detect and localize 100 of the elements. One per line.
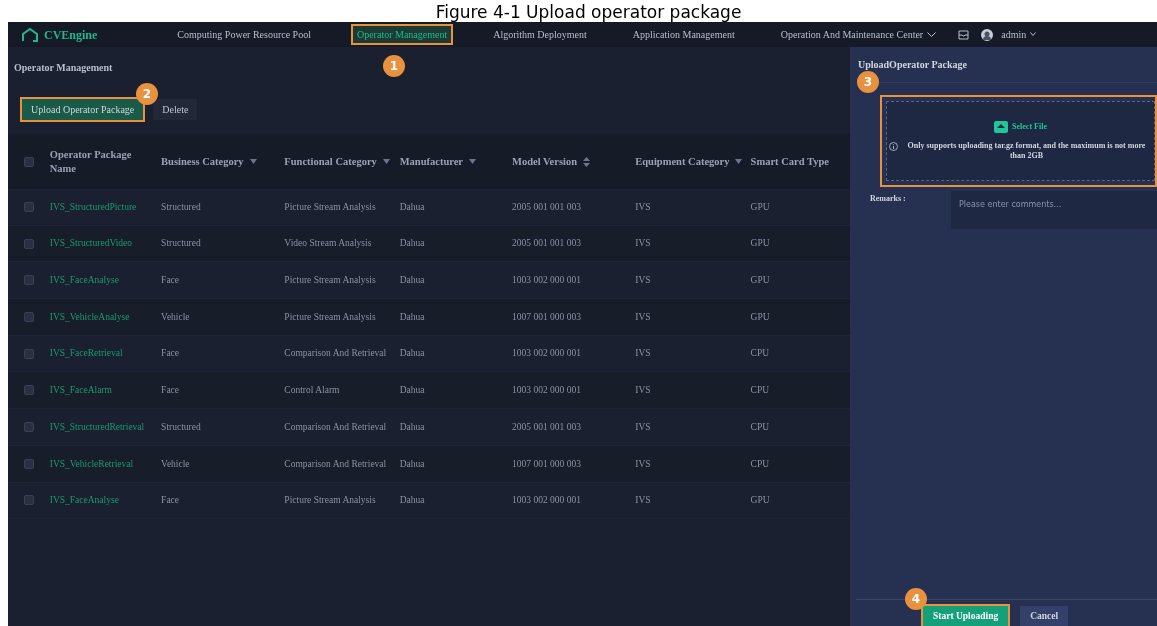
table-cell: Dahua — [399, 495, 425, 506]
package-link[interactable]: IVS_FaceAnalyse — [49, 495, 119, 506]
table-cell: Comparison And Retrieval — [284, 458, 387, 469]
filter-icon[interactable] — [249, 159, 257, 164]
table-cell: 1003 002 000 001 — [512, 385, 581, 396]
step-marker: 1 — [383, 55, 405, 77]
table-cell: Dahua — [399, 201, 425, 212]
nav-tab[interactable]: Operator Management — [352, 26, 452, 43]
table-cell: IVS — [635, 238, 651, 249]
table-cell: Picture Stream Analysis — [284, 275, 376, 286]
step-marker: 3 — [857, 71, 879, 93]
inbox-icon[interactable] — [958, 29, 970, 40]
row-checkbox[interactable] — [23, 238, 34, 249]
table-cell: Dahua — [399, 458, 425, 469]
avatar-icon[interactable] — [981, 28, 994, 41]
remarks-field[interactable]: Please enter comments... — [951, 191, 1157, 229]
table-cell: Structured — [161, 201, 201, 212]
delete-button[interactable]: Delete — [153, 99, 198, 120]
table-cell: 1003 002 000 001 — [512, 275, 581, 286]
table-row[interactable]: IVS_FaceAlarm Face Control Alarm Dahua 1003 002 000 001 IVS CPU — [8, 372, 850, 410]
table-cell: Vehicle — [161, 311, 190, 322]
step-marker: 4 — [905, 588, 927, 610]
table-cell: Structured — [161, 421, 201, 432]
brand-name: CVEngine — [44, 26, 98, 44]
table-cell: Comparison And Retrieval — [284, 421, 387, 432]
column-header: Business Category — [161, 154, 244, 169]
nav-tab[interactable]: Operation And Maintenance Center — [776, 26, 941, 43]
chevron-down-icon — [1030, 32, 1037, 37]
start-upload-button[interactable]: Start Uploading — [923, 606, 1009, 626]
file-drop-area[interactable]: Select File Only supports uploading tar.gz format, and the maximum is not more than 2GB — [886, 101, 1155, 181]
table-cell: Picture Stream Analysis — [284, 201, 376, 212]
table-cell: Vehicle — [161, 458, 190, 469]
package-link[interactable]: IVS_StructuredPicture — [49, 201, 137, 212]
upload-icon — [994, 121, 1009, 133]
table-cell: GPU — [750, 495, 770, 506]
package-link[interactable]: IVS_FaceRetrieval — [49, 348, 123, 359]
package-link[interactable]: IVS_VehicleAnalyse — [49, 311, 130, 322]
user-name[interactable]: admin — [1001, 27, 1027, 42]
table-cell: Dahua — [399, 238, 425, 249]
table-cell: Dahua — [399, 385, 425, 396]
row-checkbox[interactable] — [23, 421, 34, 432]
step-marker: 2 — [136, 83, 158, 105]
table-cell: IVS — [635, 201, 651, 212]
row-checkbox[interactable] — [23, 458, 34, 469]
table-row[interactable]: IVS_VehicleRetrieval Vehicle Comparison And Retrieval Dahua 1007 001 000 003 IVS CPU — [8, 445, 850, 483]
row-checkbox[interactable] — [23, 495, 34, 506]
table-cell: Comparison And Retrieval — [284, 348, 387, 359]
nav-tab[interactable]: Computing Power Resource Pool — [173, 26, 315, 43]
table-cell: Face — [161, 495, 180, 506]
table-cell: Control Alarm — [284, 385, 340, 396]
logo-icon — [22, 27, 38, 42]
filter-icon[interactable] — [469, 159, 477, 164]
column-header: Operator Package Name — [49, 147, 133, 176]
row-checkbox[interactable] — [23, 311, 34, 322]
table-cell: IVS — [635, 348, 651, 359]
table-cell: IVS — [635, 385, 651, 396]
row-checkbox[interactable] — [23, 201, 34, 212]
panel-title: UploadOperator Package — [858, 58, 968, 72]
page-title: Operator Management — [14, 61, 113, 75]
select-file-link[interactable]: Select File — [1012, 121, 1047, 133]
cancel-button[interactable]: Cancel — [1020, 606, 1069, 626]
upload-hint: Only supports uploading tar.gz format, and the maximum is not more than 2GB — [906, 141, 1147, 161]
table-cell: IVS — [635, 311, 651, 322]
table-cell: IVS — [635, 275, 651, 286]
table-cell: Dahua — [399, 275, 425, 286]
row-checkbox[interactable] — [23, 275, 34, 286]
column-header: Equipment Category — [635, 154, 730, 169]
table-cell: Face — [161, 385, 180, 396]
table-cell: GPU — [750, 275, 770, 286]
filter-icon[interactable] — [735, 159, 743, 164]
upload-button[interactable]: Upload Operator Package — [22, 99, 144, 120]
table-row[interactable]: IVS_VehicleAnalyse Vehicle Picture Stream Analysis Dahua 1007 001 000 003 IVS GPU — [8, 299, 850, 336]
sort-icon[interactable] — [583, 156, 591, 167]
row-checkbox[interactable] — [23, 348, 34, 359]
table-cell: CPU — [750, 458, 770, 469]
column-header: Manufacturer — [399, 154, 464, 169]
package-link[interactable]: IVS_FaceAnalyse — [49, 275, 119, 286]
table-cell: 2005 001 001 003 — [512, 421, 581, 432]
column-header: Model Version — [512, 154, 578, 169]
filter-icon[interactable] — [382, 159, 390, 164]
table-cell: CPU — [750, 421, 770, 432]
package-link[interactable]: IVS_StructuredVideo — [49, 238, 133, 249]
row-checkbox[interactable] — [23, 385, 34, 396]
package-link[interactable]: IVS_FaceAlarm — [49, 385, 112, 396]
table-cell: CPU — [750, 385, 770, 396]
package-link[interactable]: IVS_StructuredRetrieval — [49, 421, 145, 432]
package-link[interactable]: IVS_VehicleRetrieval — [49, 458, 134, 469]
nav-tab[interactable]: Algorithm Deployment — [489, 26, 591, 43]
row-checkbox[interactable] — [23, 156, 34, 167]
table-cell: Dahua — [399, 421, 425, 432]
nav-tab[interactable]: Application Management — [628, 26, 739, 43]
column-header: Smart Card Type — [750, 154, 829, 169]
table-cell: Dahua — [399, 311, 425, 322]
table-cell: GPU — [750, 201, 770, 212]
table-row[interactable]: IVS_StructuredVideo Structured Video Stream Analysis Dahua 2005 001 001 003 IVS GPU — [8, 225, 850, 263]
table-cell: GPU — [750, 238, 770, 249]
table-cell: IVS — [635, 458, 651, 469]
chevron-down-icon — [927, 32, 937, 37]
table-cell: CPU — [750, 348, 770, 359]
table-cell: Dahua — [399, 348, 425, 359]
